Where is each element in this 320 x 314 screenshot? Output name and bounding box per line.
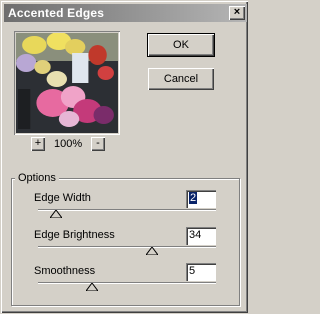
filter-preview[interactable]	[16, 33, 118, 133]
zoom-out-button[interactable]: -	[91, 137, 105, 151]
edge-brightness-slider-thumb[interactable]	[145, 247, 158, 255]
zoom-level: 100%	[54, 138, 83, 150]
close-button[interactable]: ×	[229, 6, 245, 20]
title-bar[interactable]: Accented Edges ×	[4, 4, 247, 22]
edge-width-value: 2	[189, 192, 198, 204]
options-legend: Options	[15, 172, 59, 184]
edge-brightness-label: Edge Brightness	[34, 229, 115, 241]
accented-edges-dialog: Accented Edges × + 100% - OK Cancel Opti…	[0, 0, 249, 314]
edge-width-label: Edge Width	[34, 192, 91, 204]
dialog-title: Accented Edges	[8, 6, 105, 20]
zoom-in-button[interactable]: +	[31, 137, 45, 151]
edge-width-slider-track[interactable]	[38, 209, 216, 211]
preview-image	[16, 33, 118, 133]
edge-brightness-value: 34	[189, 229, 202, 241]
smoothness-value: 5	[189, 265, 196, 277]
smoothness-label: Smoothness	[34, 265, 96, 277]
edge-width-slider-thumb[interactable]	[49, 210, 62, 218]
preview-frame	[14, 31, 120, 135]
edge-width-field[interactable]: 2	[186, 190, 216, 208]
edge-brightness-slider-track[interactable]	[38, 246, 216, 248]
edge-brightness-field[interactable]: 34	[186, 227, 216, 245]
cancel-button[interactable]: Cancel	[148, 68, 214, 90]
smoothness-slider-thumb[interactable]	[86, 283, 99, 291]
close-icon: ×	[233, 6, 241, 18]
ok-button[interactable]: OK	[147, 33, 215, 57]
smoothness-field[interactable]: 5	[186, 263, 216, 281]
zoom-controls: + 100% -	[31, 137, 107, 153]
smoothness-slider-track[interactable]	[38, 282, 216, 284]
